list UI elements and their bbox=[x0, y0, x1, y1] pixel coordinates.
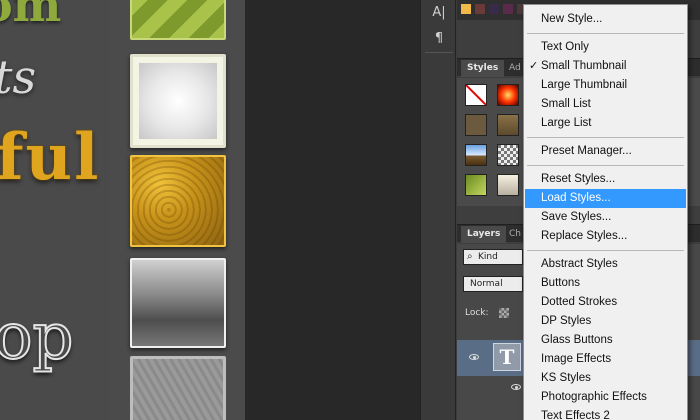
style-wood-thumbnail[interactable] bbox=[497, 114, 519, 136]
visibility-eye-icon[interactable] bbox=[469, 354, 479, 360]
menu-item-dp-styles[interactable]: DP Styles bbox=[525, 312, 686, 331]
color-chip-plum[interactable] bbox=[503, 4, 513, 14]
panel-icon-strip: A| ¶ bbox=[420, 0, 456, 420]
menu-item-ks-styles[interactable]: KS Styles bbox=[525, 369, 686, 388]
menu-item-text-only[interactable]: Text Only bbox=[525, 38, 686, 57]
menu-separator bbox=[527, 33, 684, 34]
menu-separator bbox=[527, 165, 684, 166]
blend-mode-select[interactable]: Normal bbox=[463, 276, 523, 292]
menu-item-large-thumbnail[interactable]: Large Thumbnail bbox=[525, 76, 686, 95]
canvas-text-script: ts bbox=[0, 50, 37, 104]
menu-item-replace-styles[interactable]: Replace Styles... bbox=[525, 227, 686, 246]
workspace-background bbox=[245, 0, 420, 420]
style-pattern-thumbnail[interactable] bbox=[497, 144, 519, 166]
style-swatch-column bbox=[110, 0, 245, 420]
swatch-silver-bevel bbox=[130, 54, 226, 148]
menu-item-reset-styles[interactable]: Reset Styles... bbox=[525, 170, 686, 189]
canvas-text-gold: ful bbox=[0, 120, 101, 195]
swatch-gold-texture bbox=[130, 155, 226, 247]
style-none-thumbnail[interactable] bbox=[465, 84, 487, 106]
canvas-text-green: om bbox=[0, 0, 62, 32]
color-chip-orange[interactable] bbox=[461, 4, 471, 14]
swatch-green-stripes bbox=[130, 0, 226, 40]
lock-transparency-icon[interactable] bbox=[499, 308, 509, 318]
menu-item-save-styles[interactable]: Save Styles... bbox=[525, 208, 686, 227]
menu-item-text-effects-2[interactable]: Text Effects 2 bbox=[525, 407, 686, 420]
document-canvas[interactable]: om ts ful op bbox=[0, 0, 110, 420]
text-layer-thumbnail: T bbox=[493, 343, 521, 371]
menu-separator bbox=[527, 137, 684, 138]
swatch-stone-texture bbox=[130, 356, 226, 420]
style-cream-thumbnail[interactable] bbox=[497, 174, 519, 196]
menu-item-dotted-strokes[interactable]: Dotted Strokes bbox=[525, 293, 686, 312]
menu-item-large-list[interactable]: Large List bbox=[525, 114, 686, 133]
menu-item-preset-manager[interactable]: Preset Manager... bbox=[525, 142, 686, 161]
style-brown-thumbnail[interactable] bbox=[465, 114, 487, 136]
style-fire-thumbnail[interactable] bbox=[497, 84, 519, 106]
menu-item-small-thumbnail[interactable]: ✓ Small Thumbnail bbox=[525, 57, 686, 76]
lock-label: Lock: bbox=[465, 308, 489, 318]
style-green-thumbnail[interactable] bbox=[465, 174, 487, 196]
menu-item-glass-buttons[interactable]: Glass Buttons bbox=[525, 331, 686, 350]
menu-item-photographic-effects[interactable]: Photographic Effects bbox=[525, 388, 686, 407]
photoshop-window: om ts ful op A| ¶ Styles Ad bbox=[0, 0, 700, 420]
menu-separator bbox=[527, 250, 684, 251]
color-chip-maroon[interactable] bbox=[475, 4, 485, 14]
color-chip-purple[interactable] bbox=[489, 4, 499, 14]
effects-visibility-eye-icon[interactable] bbox=[511, 384, 521, 390]
menu-item-new-style[interactable]: New Style... bbox=[525, 10, 686, 29]
menu-item-load-styles[interactable]: Load Styles... bbox=[525, 189, 686, 208]
canvas-text-outline: op bbox=[0, 299, 74, 375]
paragraph-panel-icon[interactable]: ¶ bbox=[430, 30, 448, 48]
tab-styles[interactable]: Styles bbox=[461, 60, 505, 77]
checkmark-icon: ✓ bbox=[529, 60, 539, 72]
style-sky-thumbnail[interactable] bbox=[465, 144, 487, 166]
menu-item-small-list[interactable]: Small List bbox=[525, 95, 686, 114]
menu-item-buttons[interactable]: Buttons bbox=[525, 274, 686, 293]
menu-item-abstract-styles[interactable]: Abstract Styles bbox=[525, 255, 686, 274]
tab-layers[interactable]: Layers bbox=[461, 226, 507, 243]
menu-item-image-effects[interactable]: Image Effects bbox=[525, 350, 686, 369]
divider bbox=[425, 52, 453, 53]
menu-item-label: Small Thumbnail bbox=[541, 60, 627, 72]
layer-filter-kind-select[interactable]: Kind bbox=[463, 249, 523, 265]
styles-panel-menu: New Style... Text Only ✓ Small Thumbnail … bbox=[523, 4, 688, 420]
swatch-steel-gradient bbox=[130, 258, 226, 348]
character-panel-icon[interactable]: A| bbox=[430, 4, 448, 22]
